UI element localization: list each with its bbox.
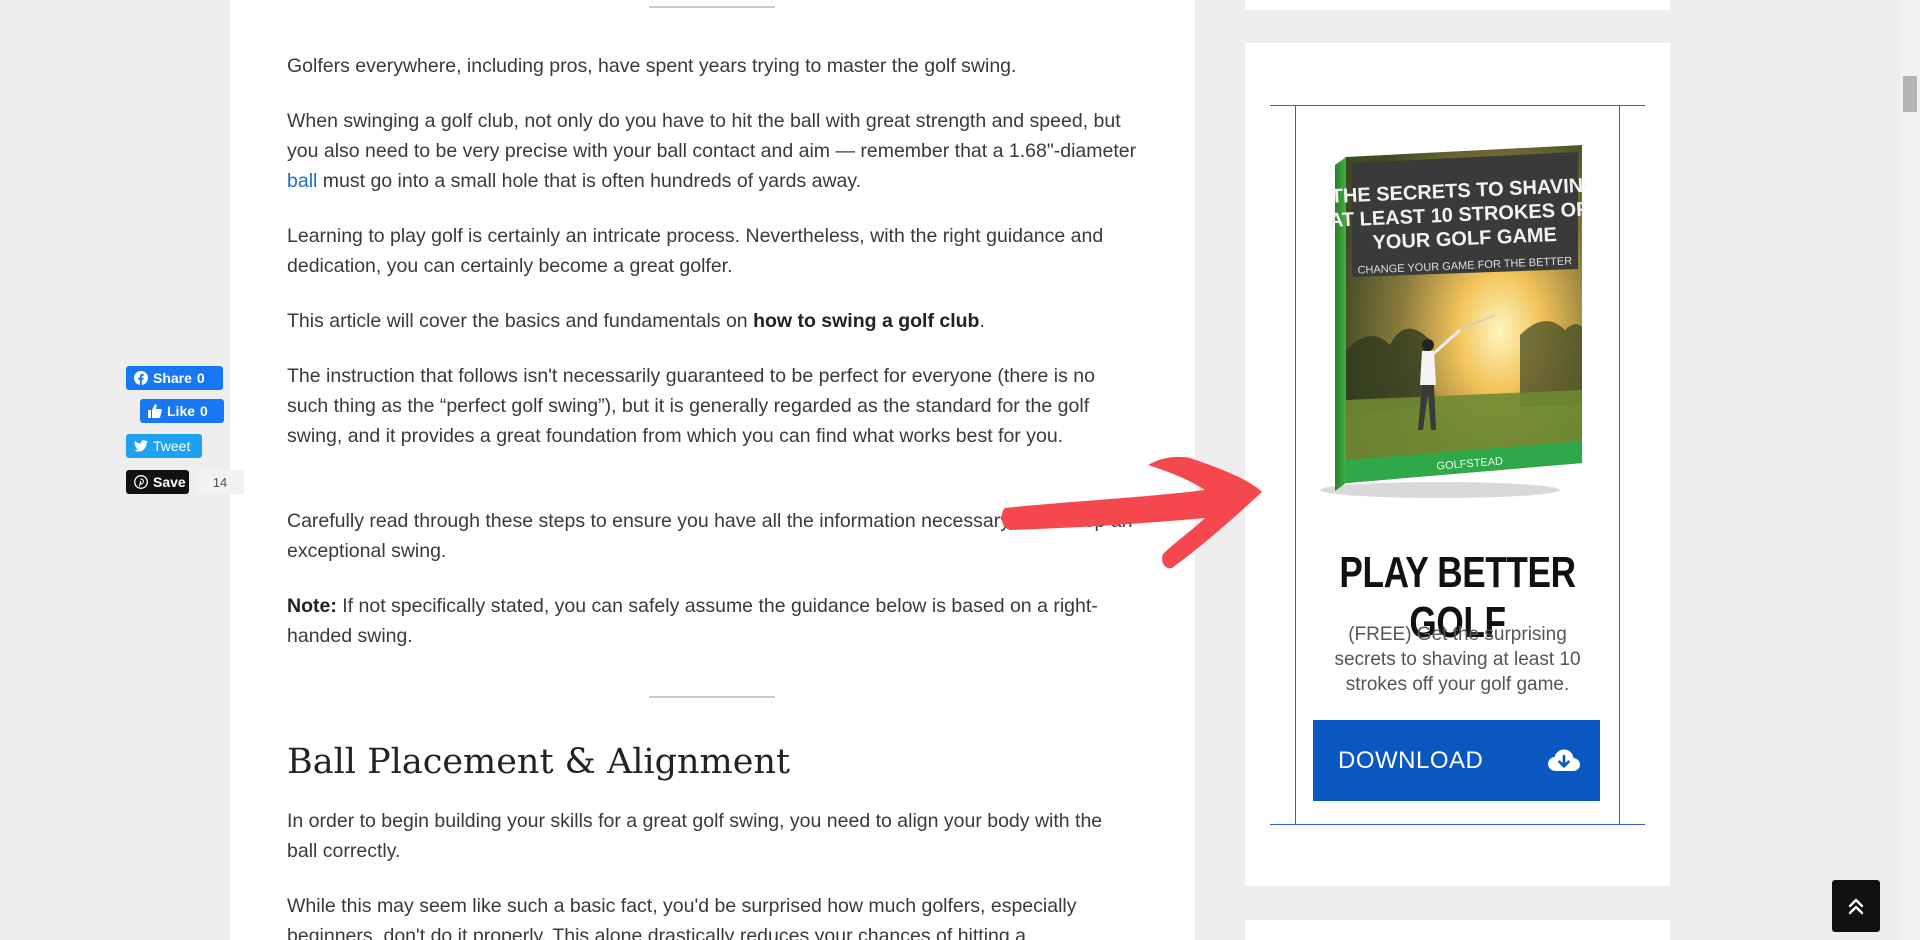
scrollbar-thumb[interactable] [1903, 76, 1917, 112]
paragraph-text: This article will cover the basics and f… [287, 310, 754, 332]
pinterest-icon [134, 475, 148, 489]
twitter-bird-icon [134, 440, 148, 452]
page-scrollbar[interactable] [1900, 0, 1920, 940]
paragraph-learning: Learning to play golf is certainly an in… [287, 225, 1104, 277]
pinterest-save-button[interactable]: Save [126, 470, 189, 494]
paragraph-instruction: The instruction that follows isn't neces… [287, 365, 1095, 447]
paragraph-basic-fact: While this may seem like such a basic fa… [287, 895, 1077, 940]
sidebar-widget-previous [1245, 0, 1670, 10]
promo-description: (FREE) Get the surprising secrets to sha… [1334, 624, 1581, 695]
promo-frame-right [1619, 105, 1620, 824]
paragraph-text: must go into a small hole that is often … [317, 170, 862, 192]
promo-frame-bottom [1270, 824, 1645, 825]
like-count: 0 [200, 403, 208, 419]
download-button[interactable]: DOWNLOAD [1313, 720, 1600, 801]
cloud-download-icon [1548, 749, 1580, 773]
section-heading: Ball Placement & Alignment [287, 742, 791, 782]
sidebar-widget-next [1245, 920, 1670, 940]
tweet-button[interactable]: Tweet [126, 434, 202, 458]
save-count: 14 [196, 470, 244, 494]
paragraph-intro: Golfers everywhere, including pros, have… [287, 55, 1017, 77]
save-label: Save [153, 474, 186, 490]
facebook-like-button[interactable]: Like 0 [140, 399, 224, 423]
paragraph-text: When swinging a golf club, not only do y… [287, 110, 1137, 162]
share-count: 0 [196, 370, 205, 386]
pointing-arrow-icon [1000, 450, 1270, 585]
promo-frame-top [1270, 105, 1645, 106]
paragraph-swinging: When swinging a golf club, not only do y… [287, 106, 1137, 196]
thumbs-up-icon [148, 404, 162, 418]
paragraph-text: . [979, 310, 985, 332]
like-label: Like [167, 403, 196, 419]
paragraph-text: If not specifically stated, you can safe… [287, 595, 1098, 647]
paragraph-cover: This article will cover the basics and f… [287, 306, 1137, 336]
download-label: DOWNLOAD [1338, 746, 1484, 774]
paragraph-alignment: In order to begin building your skills f… [287, 810, 1103, 862]
back-to-top-button[interactable] [1832, 880, 1880, 932]
double-chevron-up-icon [1846, 896, 1866, 916]
section-divider [649, 6, 775, 8]
section-divider [649, 696, 775, 698]
note-label: Note: [287, 595, 337, 617]
facebook-share-button[interactable]: Share 0 [126, 366, 223, 390]
ebook-cover-image[interactable]: THE SECRETS TO SHAVING AT LEAST 10 STROK… [1310, 145, 1601, 500]
share-label: Share [153, 370, 192, 386]
bold-text: how to swing a golf club [753, 310, 980, 332]
tweet-label: Tweet [153, 438, 191, 454]
paragraph-note: Note: If not specifically stated, you ca… [287, 591, 1137, 651]
ball-link[interactable]: ball [287, 170, 317, 192]
facebook-icon [134, 371, 148, 385]
promo-frame-left [1295, 105, 1296, 824]
